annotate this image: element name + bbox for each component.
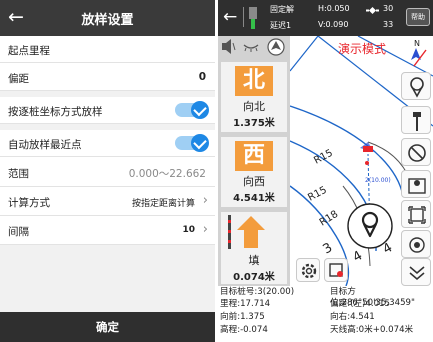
rover-icon <box>249 7 257 29</box>
location-pin-icon <box>410 77 424 98</box>
map-tool-expand[interactable] <box>401 258 431 286</box>
row-start-mileage[interactable]: 起点里程 <box>0 36 215 63</box>
satellites-used: 30 <box>383 4 394 13</box>
confirm-button[interactable]: 确定 <box>0 312 215 342</box>
map-tool-fullscreen[interactable] <box>401 200 431 228</box>
navigate-up-icon[interactable] <box>267 38 285 56</box>
eye-closed-icon[interactable] <box>243 44 259 52</box>
stakeout-info: 目标桩号:3(20.00) 目标方位:286°50'35.3459" 里程:17… <box>218 286 433 342</box>
fill-arrow-icon <box>228 215 265 249</box>
row-offset[interactable]: 偏距 0 <box>0 63 215 91</box>
stake-by-coord-label: 按逐桩坐标方式放样 <box>8 106 103 118</box>
h-precision: H:0.050 <box>318 4 350 13</box>
auto-nearest-label: 自动放样最近点 <box>8 139 82 151</box>
west-distance: 4.541米 <box>233 193 275 204</box>
guidance-toolbar <box>222 38 285 56</box>
target-stake: 目标桩号:3(20.00) <box>220 287 295 297</box>
point-select-button[interactable] <box>324 258 348 282</box>
chevron-right-icon: › <box>202 222 208 237</box>
north-glyph: 北 <box>235 66 273 96</box>
stake-by-coord-toggle[interactable] <box>175 101 209 119</box>
map-tool-location[interactable] <box>401 72 431 100</box>
v-precision: V:0.090 <box>318 20 349 29</box>
crosshair-icon <box>409 237 425 253</box>
status-bar: ← 固定解 延迟1 H:0.050 V:0.090 30 33 帮助 <box>218 0 433 36</box>
offset-label: 偏距 <box>8 73 29 85</box>
forward: 向前:1.375 <box>220 312 265 322</box>
row-range: 范围 0.000～22.662 <box>0 157 215 187</box>
gear-icon <box>301 263 317 279</box>
satellite-icon <box>366 6 379 15</box>
range-value: 0.000～22.662 <box>128 168 206 180</box>
help-button[interactable]: 帮助 <box>406 8 430 26</box>
fix-status: 固定解 <box>270 5 294 14</box>
guidance-panel: 北 向北 1.375米 西 向西 4.541米 填 0.074米 <box>218 36 290 286</box>
toggle-check-icon <box>191 101 209 119</box>
settings-header: ← 放样设置 <box>0 0 215 36</box>
map-tool-locate-center[interactable] <box>401 230 431 258</box>
calc-method-label: 计算方式 <box>8 197 50 209</box>
double-chevron-down-icon <box>409 266 425 281</box>
back-arrow-icon[interactable]: ← <box>223 7 237 27</box>
fullscreen-icon <box>408 206 426 224</box>
map-marker-icon <box>408 178 426 194</box>
row-stake-by-coord[interactable]: 按逐桩坐标方式放样 <box>0 97 215 124</box>
no-entry-icon <box>408 144 426 162</box>
offset-value[interactable]: 0 <box>199 71 206 83</box>
elevation: 高程:-0.074 <box>220 325 268 335</box>
antenna-height: 天线高:0米+0.074米 <box>330 325 414 335</box>
north-distance: 1.375米 <box>233 118 275 129</box>
row-auto-nearest[interactable]: 自动放样最近点 <box>0 130 215 157</box>
guidance-north-card: 北 向北 1.375米 <box>221 62 287 132</box>
stakeout-map-screen: R15 R15 R18 3 4 5 4 2(10.00) N ← 固定解 延迟1… <box>218 0 433 342</box>
map-tool-cancel[interactable] <box>401 138 431 166</box>
map-tool-survey[interactable] <box>401 106 431 134</box>
fill-distance: 0.074米 <box>233 272 275 283</box>
right: 向右:4.541 <box>330 312 375 322</box>
chevron-right-icon: › <box>202 193 208 208</box>
interval-value: 10 <box>182 225 195 235</box>
row-calc-method[interactable]: 计算方式 按指定距离计算 › <box>0 187 215 216</box>
auto-nearest-toggle[interactable] <box>175 134 209 152</box>
offset: 偏距:(左)4.015 <box>330 299 390 309</box>
point-label: 2(10.00) <box>365 177 391 184</box>
fill-label: 填 <box>248 254 260 267</box>
mileage: 里程:17.714 <box>220 299 271 309</box>
toggle-check-icon <box>191 134 209 152</box>
settings-button[interactable] <box>296 258 320 282</box>
map-tool-map-pin[interactable] <box>401 170 431 198</box>
range-label: 范围 <box>8 168 29 180</box>
guidance-west-card: 西 向西 4.541米 <box>221 137 287 207</box>
point-select-icon <box>329 263 343 277</box>
page-title: 放样设置 <box>81 13 134 28</box>
interval-label: 间隔 <box>8 226 29 238</box>
north-label: 向北 <box>243 100 265 113</box>
demo-mode-label: 演示模式 <box>338 42 387 56</box>
calc-method-value: 按指定距离计算 <box>131 199 195 209</box>
delay-status: 延迟1 <box>270 21 292 30</box>
west-label: 向西 <box>243 175 265 188</box>
guidance-fill-card: 填 0.074米 <box>221 212 287 284</box>
survey-pole-icon <box>413 112 421 131</box>
west-glyph: 西 <box>235 141 273 171</box>
satellites-total: 33 <box>383 20 394 29</box>
compass-north-label: N <box>414 39 420 48</box>
speaker-icon[interactable] <box>222 39 236 54</box>
stakeout-settings-screen: ← 放样设置 起点里程 偏距 0 按逐桩坐标方式放样 自动放样最近点 范围 0.… <box>0 0 215 342</box>
divider <box>243 7 244 27</box>
row-interval[interactable]: 间隔 10 › <box>0 216 215 245</box>
start-mileage-label: 起点里程 <box>8 45 50 57</box>
